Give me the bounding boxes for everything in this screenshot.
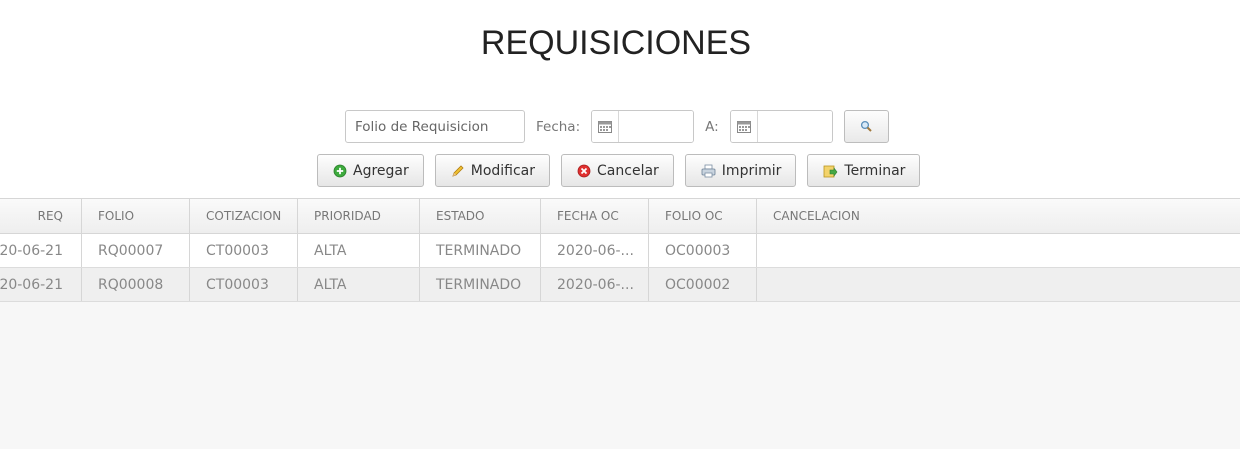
cell-prioridad: ALTA <box>298 234 420 267</box>
modificar-label: Modificar <box>470 162 536 179</box>
terminar-button[interactable]: Terminar <box>807 154 921 187</box>
table-row[interactable]: 2020-06-21 RQ00007 CT00003 ALTA TERMINAD… <box>0 234 1240 268</box>
add-icon <box>333 164 347 178</box>
imprimir-label: Imprimir <box>721 162 782 179</box>
grid-header: REQ FOLIO COTIZACION PRIORIDAD ESTADO FE… <box>0 199 1240 234</box>
table-row[interactable]: 2020-06-21 RQ00008 CT00003 ALTA TERMINAD… <box>0 268 1240 302</box>
cell-cancelacion <box>757 234 1240 267</box>
cell-prioridad: ALTA <box>298 268 420 301</box>
page-title: REQUISICIONES <box>480 24 752 62</box>
terminar-label: Terminar <box>844 162 906 179</box>
cell-req: 2020-06-21 <box>0 268 82 301</box>
cell-folio-oc: OC00002 <box>649 268 757 301</box>
finish-icon <box>823 164 838 178</box>
header-estado[interactable]: ESTADO <box>420 199 541 233</box>
cancelar-label: Cancelar <box>597 162 659 179</box>
cell-cancelacion <box>757 268 1240 301</box>
search-button[interactable] <box>843 110 889 143</box>
date-to-input[interactable] <box>757 111 832 142</box>
header-cotizacion[interactable]: COTIZACION <box>190 199 298 233</box>
date-to-field[interactable] <box>729 110 833 143</box>
imprimir-button[interactable]: Imprimir <box>684 154 797 187</box>
action-toolbar: Agregar Modificar Cancelar Imprimir Term… <box>317 154 931 187</box>
calendar-icon[interactable] <box>730 111 758 142</box>
agregar-label: Agregar <box>353 162 409 179</box>
cancelar-button[interactable]: Cancelar <box>561 154 674 187</box>
header-prioridad[interactable]: PRIORIDAD <box>298 199 420 233</box>
cancel-icon <box>577 164 591 178</box>
date-from-input[interactable] <box>619 111 694 142</box>
agregar-button[interactable]: Agregar <box>317 154 424 187</box>
header-fecha-oc[interactable]: FECHA OC <box>541 199 649 233</box>
cell-cotizacion: CT00003 <box>190 234 298 267</box>
calendar-icon[interactable] <box>592 111 620 142</box>
magnifier-icon <box>860 117 872 136</box>
cell-folio-oc: OC00003 <box>649 234 757 267</box>
cell-folio: RQ00008 <box>82 268 190 301</box>
cell-req: 2020-06-21 <box>0 234 82 267</box>
pencil-icon <box>451 164 465 178</box>
header-cancelacion[interactable]: CANCELACION <box>757 199 1240 233</box>
requisiciones-grid: REQ FOLIO COTIZACION PRIORIDAD ESTADO FE… <box>0 198 1240 449</box>
folio-search-input[interactable] <box>345 110 525 143</box>
printer-icon <box>701 164 716 178</box>
a-label: A: <box>705 118 719 135</box>
requisiciones-page: REQUISICIONES Fecha: A: <box>0 0 1240 449</box>
cell-fecha-oc: 2020-06-... <box>541 234 649 267</box>
cell-cotizacion: CT00003 <box>190 268 298 301</box>
fecha-label: Fecha: <box>536 118 581 135</box>
header-folio-oc[interactable]: FOLIO OC <box>649 199 757 233</box>
cell-fecha-oc: 2020-06-... <box>541 268 649 301</box>
cell-estado: TERMINADO <box>420 268 541 301</box>
date-from-field[interactable] <box>591 110 695 143</box>
modificar-button[interactable]: Modificar <box>434 154 551 187</box>
cell-folio: RQ00007 <box>82 234 190 267</box>
header-folio[interactable]: FOLIO <box>82 199 190 233</box>
header-req[interactable]: REQ <box>0 199 82 233</box>
filter-bar: Fecha: A: <box>345 110 889 143</box>
cell-estado: TERMINADO <box>420 234 541 267</box>
